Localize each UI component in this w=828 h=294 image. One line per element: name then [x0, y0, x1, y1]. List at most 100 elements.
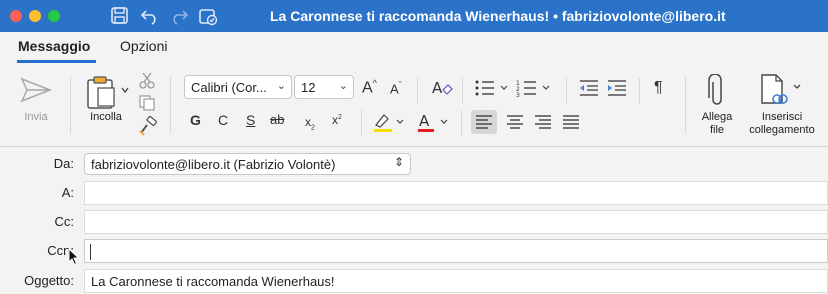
- save-icon[interactable]: [109, 6, 131, 26]
- from-account-select[interactable]: fabriziovolonte@libero.it (Fabrizio Volo…: [84, 153, 411, 175]
- attach-label-line2: file: [709, 124, 725, 136]
- ribbon-separator: [639, 78, 640, 104]
- copy-icon: [139, 95, 155, 111]
- ribbon-separator: [461, 110, 462, 136]
- up-down-chevron-icon: ⇕: [393, 155, 404, 169]
- align-left-button[interactable]: [471, 110, 497, 134]
- font-size-dropdown[interactable]: 12 ⌄: [294, 75, 354, 99]
- highlighter-icon: [374, 114, 404, 132]
- active-tab-indicator: [17, 60, 96, 63]
- ribbon-toolbar: Invia Incolla Calibri (Cor... ⌄ 12 ⌄ A^: [0, 64, 828, 147]
- cc-field[interactable]: [84, 210, 828, 234]
- format-painter-button[interactable]: [138, 115, 158, 141]
- shrink-font-icon: A: [390, 81, 399, 97]
- cc-label: Cc:: [54, 214, 75, 229]
- font-name-value: Calibri (Cor...: [191, 80, 267, 95]
- ribbon-separator: [685, 76, 686, 134]
- font-size-value: 12: [301, 80, 316, 95]
- numbered-list-icon: 123: [516, 80, 550, 99]
- font-color-icon: A: [418, 112, 448, 132]
- paste-label: Incolla: [90, 111, 122, 123]
- insert-link-button[interactable]: [758, 73, 808, 114]
- italic-button[interactable]: C: [218, 112, 228, 128]
- scissors-icon: [139, 72, 155, 89]
- clear-formatting-button[interactable]: A: [431, 78, 453, 103]
- text-caret: [90, 244, 91, 260]
- ribbon-separator: [566, 78, 567, 104]
- subject-field[interactable]: La Caronnese ti raccomanda Wienerhaus!: [84, 269, 828, 293]
- pilcrow-icon: ¶: [654, 79, 663, 96]
- strikethrough-button[interactable]: ab: [270, 112, 284, 127]
- ribbon-separator: [462, 78, 463, 104]
- cut-button[interactable]: [138, 72, 156, 95]
- decrease-indent-button[interactable]: [578, 78, 600, 103]
- bulleted-list-icon: [475, 80, 508, 96]
- close-window-button[interactable]: [10, 10, 22, 22]
- subscript-button[interactable]: x2: [305, 115, 315, 131]
- from-label: Da:: [53, 156, 74, 171]
- increase-indent-button[interactable]: [606, 78, 628, 103]
- justify-button[interactable]: [558, 110, 584, 139]
- highlight-color-button[interactable]: [372, 111, 408, 138]
- align-left-icon: [476, 115, 492, 129]
- attach-file-button[interactable]: [705, 73, 729, 113]
- send-button[interactable]: [20, 76, 53, 109]
- bold-button[interactable]: G: [190, 112, 201, 128]
- decrease-indent-icon: [580, 80, 598, 96]
- send-icon: [20, 77, 53, 103]
- attach-label-line1: Allega: [701, 111, 733, 123]
- insert-link-label: Inserisci collegamento: [738, 111, 826, 137]
- align-right-icon: [535, 115, 551, 129]
- clear-formatting-icon: A: [432, 79, 453, 97]
- ribbon-separator: [417, 78, 418, 104]
- paste-button[interactable]: [86, 74, 132, 115]
- maximize-window-button[interactable]: [48, 10, 60, 22]
- grow-font-icon: A: [362, 79, 373, 97]
- svg-text:3: 3: [516, 92, 520, 98]
- align-justify-icon: [563, 115, 579, 129]
- align-center-icon: [507, 115, 523, 129]
- svg-text:A: A: [419, 112, 430, 130]
- compose-window: La Caronnese ti raccomanda Wienerhaus! •…: [0, 0, 828, 294]
- title-bar: La Caronnese ti raccomanda Wienerhaus! •…: [0, 0, 828, 32]
- superscript-button[interactable]: x2: [332, 113, 342, 127]
- ribbon-separator: [361, 110, 362, 136]
- undo-icon[interactable]: [139, 6, 161, 26]
- check-accessibility-icon[interactable]: [197, 6, 219, 26]
- insert-link-label-line2: collegamento: [749, 124, 815, 136]
- numbering-button[interactable]: 123: [516, 78, 554, 103]
- font-color-button[interactable]: A: [416, 111, 452, 138]
- send-label: Invia: [24, 111, 48, 123]
- increase-indent-icon: [608, 80, 626, 96]
- tab-messaggio[interactable]: Messaggio: [18, 38, 90, 54]
- ribbon-separator: [70, 76, 71, 134]
- from-value: fabriziovolonte@libero.it (Fabrizio Volo…: [91, 157, 336, 172]
- redo-icon[interactable]: [168, 6, 190, 26]
- align-right-button[interactable]: [530, 110, 556, 139]
- format-painter-icon: [139, 115, 157, 136]
- chevron-down-icon: ⌄: [276, 80, 286, 92]
- shrink-font-button[interactable]: Aˇ: [390, 80, 402, 96]
- bullets-button[interactable]: [474, 78, 512, 103]
- mouse-pointer-icon: [68, 247, 80, 271]
- font-name-dropdown[interactable]: Calibri (Cor... ⌄: [184, 75, 292, 99]
- insert-link-icon: [761, 74, 801, 104]
- underline-button[interactable]: S: [246, 112, 255, 128]
- to-field[interactable]: [84, 181, 828, 205]
- message-header-fields: Da: fabriziovolonte@libero.it (Fabrizio …: [0, 147, 828, 294]
- minimize-window-button[interactable]: [29, 10, 41, 22]
- attach-file-label: Allega file: [694, 111, 740, 137]
- to-label: A:: [61, 185, 74, 200]
- bcc-field[interactable]: [84, 239, 828, 263]
- grow-font-button[interactable]: A^: [362, 78, 377, 97]
- align-center-button[interactable]: [502, 110, 528, 139]
- show-paragraph-marks-button[interactable]: ¶: [654, 79, 663, 97]
- bcc-label: Ccn:: [47, 243, 74, 258]
- chevron-down-icon: ⌄: [338, 80, 348, 92]
- svg-text:A: A: [432, 79, 443, 97]
- clipboard-icon: [87, 76, 129, 109]
- copy-button[interactable]: [138, 94, 156, 117]
- tab-opzioni[interactable]: Opzioni: [120, 38, 167, 54]
- subject-label: Oggetto:: [24, 273, 74, 288]
- insert-link-label-line1: Inserisci: [761, 111, 803, 123]
